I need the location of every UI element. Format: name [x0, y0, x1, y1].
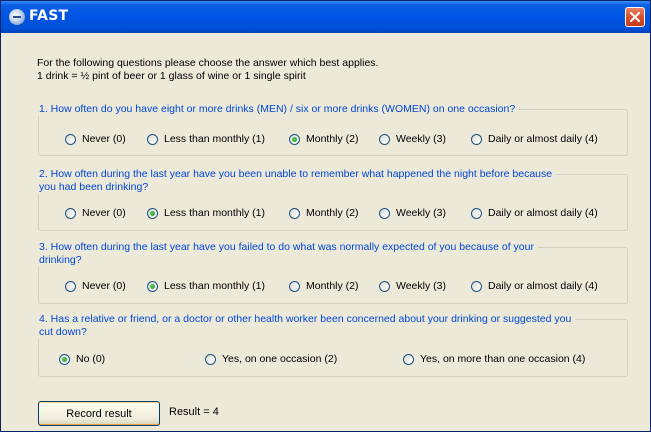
question-2-group: 2. How often during the last year have y… [33, 168, 628, 231]
q4-option-yes-once[interactable]: Yes, on one occasion (2) [205, 352, 337, 366]
q3-option-label: Less than monthly (1) [164, 280, 265, 292]
close-button[interactable] [625, 7, 645, 27]
question-3-text: 3. How often during the last year have y… [33, 241, 538, 267]
q2-option-daily[interactable]: Daily or almost daily (4) [471, 206, 598, 220]
close-icon [630, 12, 640, 22]
radio-button[interactable] [65, 207, 76, 219]
dialog-body: For the following questions please choos… [1, 33, 650, 431]
q3-option-label: Never (0) [82, 280, 126, 292]
instructions-line-2: 1 drink = ½ pint of beer or 1 glass of w… [37, 70, 306, 82]
q3-option-label: Weekly (3) [396, 280, 446, 292]
question-1-text: 1. How often do you have eight or more d… [33, 103, 520, 116]
question-4-text: 4. Has a relative or friend, or a doctor… [33, 313, 576, 339]
q2-option-never[interactable]: Never (0) [65, 206, 126, 220]
q3-option-label: Daily or almost daily (4) [488, 280, 598, 292]
q1-option-weekly[interactable]: Weekly (3) [379, 132, 446, 146]
radio-button[interactable] [147, 133, 158, 145]
radio-button[interactable] [471, 280, 482, 292]
q1-option-label: Weekly (3) [396, 133, 446, 145]
q2-option-label: Less than monthly (1) [164, 207, 265, 219]
radio-button[interactable] [65, 280, 76, 292]
q3-option-weekly[interactable]: Weekly (3) [379, 279, 446, 293]
q2-option-label: Never (0) [82, 207, 126, 219]
q3-option-label: Monthly (2) [306, 280, 359, 292]
q2-option-weekly[interactable]: Weekly (3) [379, 206, 446, 220]
radio-button[interactable] [379, 280, 390, 292]
fast-window: FAST For the following questions please … [0, 0, 651, 432]
q1-option-label: Daily or almost daily (4) [488, 133, 598, 145]
q2-option-less-than-monthly[interactable]: Less than monthly (1) [147, 206, 265, 220]
q3-option-less-than-monthly[interactable]: Less than monthly (1) [147, 279, 265, 293]
q4-option-yes-more-than-once[interactable]: Yes, on more than one occasion (4) [403, 352, 585, 366]
radio-button-selected[interactable] [147, 280, 158, 292]
question-1-line-1: 1. How often do you have eight or more d… [39, 103, 516, 115]
question-3-group: 3. How often during the last year have y… [33, 241, 628, 304]
question-3-line-1: 3. How often during the last year have y… [39, 241, 534, 253]
question-2-text: 2. How often during the last year have y… [33, 168, 557, 194]
q2-option-label: Monthly (2) [306, 207, 359, 219]
q1-option-label: Monthly (2) [306, 133, 359, 145]
q1-option-label: Less than monthly (1) [164, 133, 265, 145]
title-bar[interactable]: FAST [1, 1, 650, 33]
instructions: For the following questions please choos… [37, 57, 378, 83]
window-title: FAST [29, 8, 69, 24]
q3-option-daily[interactable]: Daily or almost daily (4) [471, 279, 598, 293]
radio-button[interactable] [471, 133, 482, 145]
radio-button[interactable] [65, 133, 76, 145]
q1-option-daily[interactable]: Daily or almost daily (4) [471, 132, 598, 146]
question-1-group: 1. How often do you have eight or more d… [33, 103, 628, 156]
q1-option-label: Never (0) [82, 133, 126, 145]
radio-button[interactable] [289, 280, 300, 292]
q2-option-monthly[interactable]: Monthly (2) [289, 206, 359, 220]
q4-option-no[interactable]: No (0) [59, 352, 105, 366]
radio-button-selected[interactable] [147, 207, 158, 219]
question-3-line-2: drinking? [39, 254, 82, 266]
radio-button[interactable] [471, 207, 482, 219]
radio-button[interactable] [379, 207, 390, 219]
question-4-line-2: cut down? [39, 326, 87, 338]
radio-button[interactable] [403, 353, 414, 365]
question-2-line-2: you had been drinking? [39, 181, 149, 193]
q3-option-monthly[interactable]: Monthly (2) [289, 279, 359, 293]
question-4-group: 4. Has a relative or friend, or a doctor… [33, 313, 628, 377]
radio-button[interactable] [205, 353, 216, 365]
q4-option-label: No (0) [76, 353, 106, 365]
q3-option-never[interactable]: Never (0) [65, 279, 126, 293]
q2-option-label: Daily or almost daily (4) [488, 207, 598, 219]
q1-option-never[interactable]: Never (0) [65, 132, 126, 146]
radio-button-selected[interactable] [289, 133, 300, 145]
instructions-line-1: For the following questions please choos… [37, 57, 379, 69]
q1-option-monthly[interactable]: Monthly (2) [289, 132, 359, 146]
record-result-button[interactable]: Record result [38, 401, 160, 426]
radio-button-selected[interactable] [59, 353, 70, 365]
question-4-line-1: 4. Has a relative or friend, or a doctor… [39, 313, 572, 325]
radio-button[interactable] [379, 133, 390, 145]
fast-app-icon [9, 9, 25, 25]
question-2-line-1: 2. How often during the last year have y… [39, 168, 553, 180]
q4-option-label: Yes, on one occasion (2) [222, 353, 338, 365]
result-readout: Result = 4 [169, 406, 219, 418]
q4-option-label: Yes, on more than one occasion (4) [420, 353, 586, 365]
q2-option-label: Weekly (3) [396, 207, 446, 219]
q1-option-less-than-monthly[interactable]: Less than monthly (1) [147, 132, 265, 146]
radio-button[interactable] [289, 207, 300, 219]
